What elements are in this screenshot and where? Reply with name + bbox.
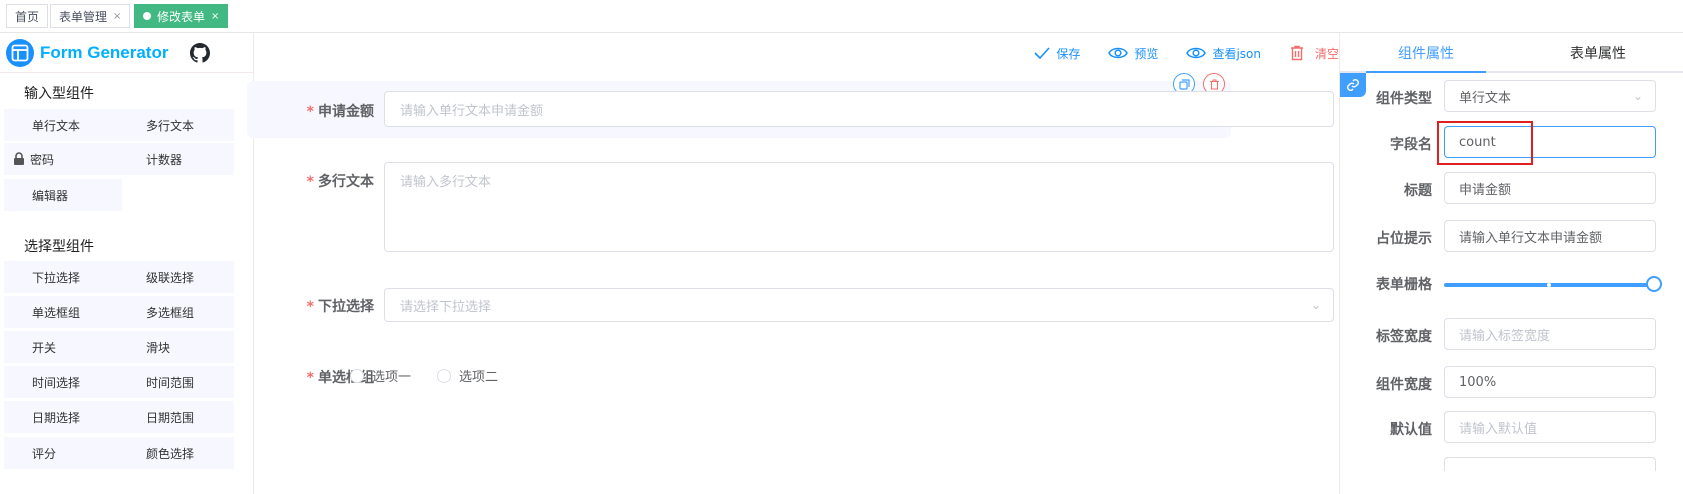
component-time-picker[interactable]: 时间选择 xyxy=(4,366,122,398)
component-time-range[interactable]: 时间范围 xyxy=(116,366,234,398)
grid-slider[interactable] xyxy=(1444,275,1662,295)
component-password[interactable]: 密码 xyxy=(4,143,122,175)
amount-input[interactable]: 请输入单行文本申请金额 xyxy=(384,91,1334,127)
preview-button[interactable]: 预览 xyxy=(1108,45,1158,62)
label-width-input[interactable]: 请输入标签宽度 xyxy=(1444,318,1656,350)
close-icon[interactable]: × xyxy=(113,11,121,22)
default-value-input[interactable]: 请输入默认值 xyxy=(1444,411,1656,443)
input-group-title: 输入型组件 xyxy=(24,86,94,102)
component-editor[interactable]: 编辑器 xyxy=(4,179,122,211)
component-date-range[interactable]: 日期范围 xyxy=(116,401,234,433)
label-label-width: 标签宽度 xyxy=(1376,329,1432,345)
label-component-type: 组件类型 xyxy=(1376,91,1432,107)
component-multi-line-text[interactable]: 多行文本 xyxy=(116,109,234,141)
component-single-line-text[interactable]: 单行文本 xyxy=(4,109,122,141)
chevron-down-icon: ⌄ xyxy=(1632,89,1643,103)
tab-label: 首页 xyxy=(15,9,40,24)
label-amount: * 申请金额 xyxy=(306,104,374,120)
property-panel: 组件属性 表单属性 组件类型 单行文本 ⌄ 字段名 count 标题 申请金额 … xyxy=(1339,33,1683,494)
toolbar: 保存 预览 查看json 清空 xyxy=(329,33,1339,73)
form-logo-icon xyxy=(6,38,34,67)
component-radio-group[interactable]: 单选框组 xyxy=(4,296,122,328)
radio-option-2[interactable]: 选项二 xyxy=(437,366,498,385)
dropdown-select[interactable]: 请选择下拉选择 ⌄ xyxy=(384,288,1334,322)
slider-stop xyxy=(1547,283,1551,287)
radio-icon xyxy=(437,368,452,383)
radio-group: 选项一 选项二 xyxy=(350,366,498,385)
component-width-input[interactable]: 100% xyxy=(1444,366,1656,398)
chevron-down-icon: ⌄ xyxy=(1310,298,1321,312)
clear-button[interactable]: 清空 xyxy=(1289,45,1339,62)
component-color-picker[interactable]: 颜色选择 xyxy=(116,437,234,469)
label-textarea: * 多行文本 xyxy=(306,174,374,190)
multi-line-textarea[interactable]: 请输入多行文本 xyxy=(384,162,1334,252)
component-date-picker[interactable]: 日期选择 xyxy=(4,401,122,433)
label-placeholder: 占位提示 xyxy=(1376,231,1432,247)
radio-option-1[interactable]: 选项一 xyxy=(350,366,411,385)
form-canvas: 保存 预览 查看json 清空 * 申请金额 请输入单行文本申请金额 * 多行文本 … xyxy=(247,33,1339,494)
github-icon[interactable] xyxy=(190,42,211,63)
tab-component-props[interactable]: 组件属性 xyxy=(1340,33,1512,73)
eye-icon xyxy=(1186,47,1207,59)
slider-handle[interactable] xyxy=(1646,276,1662,292)
title-input[interactable]: 申请金额 xyxy=(1444,172,1656,204)
check-icon xyxy=(1034,47,1051,59)
tab-label: 修改表单 xyxy=(157,9,206,24)
component-rate[interactable]: 评分 xyxy=(4,437,122,469)
logo-text: Form Generator xyxy=(40,42,169,62)
label-component-width: 组件宽度 xyxy=(1376,377,1432,393)
component-slider[interactable]: 滑块 xyxy=(116,331,234,363)
label-field-name: 字段名 xyxy=(1390,137,1432,153)
tab-ink-bar xyxy=(1366,71,1486,73)
component-switch[interactable]: 开关 xyxy=(4,331,122,363)
label-title: 标题 xyxy=(1404,183,1432,199)
radio-icon xyxy=(350,368,364,383)
lock-icon xyxy=(14,152,24,165)
view-json-button[interactable]: 查看json xyxy=(1186,45,1261,62)
eye-icon xyxy=(1108,47,1129,59)
placeholder-input[interactable]: 请输入单行文本申请金额 xyxy=(1444,220,1656,252)
tabs-bar: 首页 表单管理 × 修改表单 × xyxy=(0,0,1683,33)
tab-label: 表单管理 xyxy=(59,9,108,24)
component-dropdown[interactable]: 下拉选择 xyxy=(4,261,122,293)
logo-bar: Form Generator xyxy=(0,33,254,73)
component-checkbox-group[interactable]: 多选框组 xyxy=(116,296,234,328)
property-tabs: 组件属性 表单属性 xyxy=(1340,33,1683,73)
tab-form-management[interactable]: 表单管理 × xyxy=(50,4,131,28)
tab-edit-form[interactable]: 修改表单 × xyxy=(134,4,229,28)
tab-home[interactable]: 首页 xyxy=(6,4,49,28)
component-cascader[interactable]: 级联选择 xyxy=(116,261,234,293)
component-type-select[interactable]: 单行文本 ⌄ xyxy=(1444,80,1656,112)
next-field-input[interactable] xyxy=(1444,457,1656,471)
select-group-title: 选择型组件 xyxy=(24,239,94,255)
component-palette: Form Generator 输入型组件 单行文本 多行文本 密码 计数器 编辑… xyxy=(0,33,254,494)
label-default-value: 默认值 xyxy=(1390,422,1432,438)
close-icon[interactable]: × xyxy=(211,11,219,22)
trash-icon xyxy=(1290,45,1303,61)
label-grid: 表单栅格 xyxy=(1376,277,1432,293)
tab-form-props[interactable]: 表单属性 xyxy=(1512,33,1683,73)
save-button[interactable]: 保存 xyxy=(1034,45,1080,62)
component-label: 密码 xyxy=(30,152,55,167)
label-select: * 下拉选择 xyxy=(306,299,374,315)
component-counter[interactable]: 计数器 xyxy=(116,143,234,175)
field-name-input[interactable]: count xyxy=(1444,126,1656,158)
active-dot-icon xyxy=(143,12,151,20)
